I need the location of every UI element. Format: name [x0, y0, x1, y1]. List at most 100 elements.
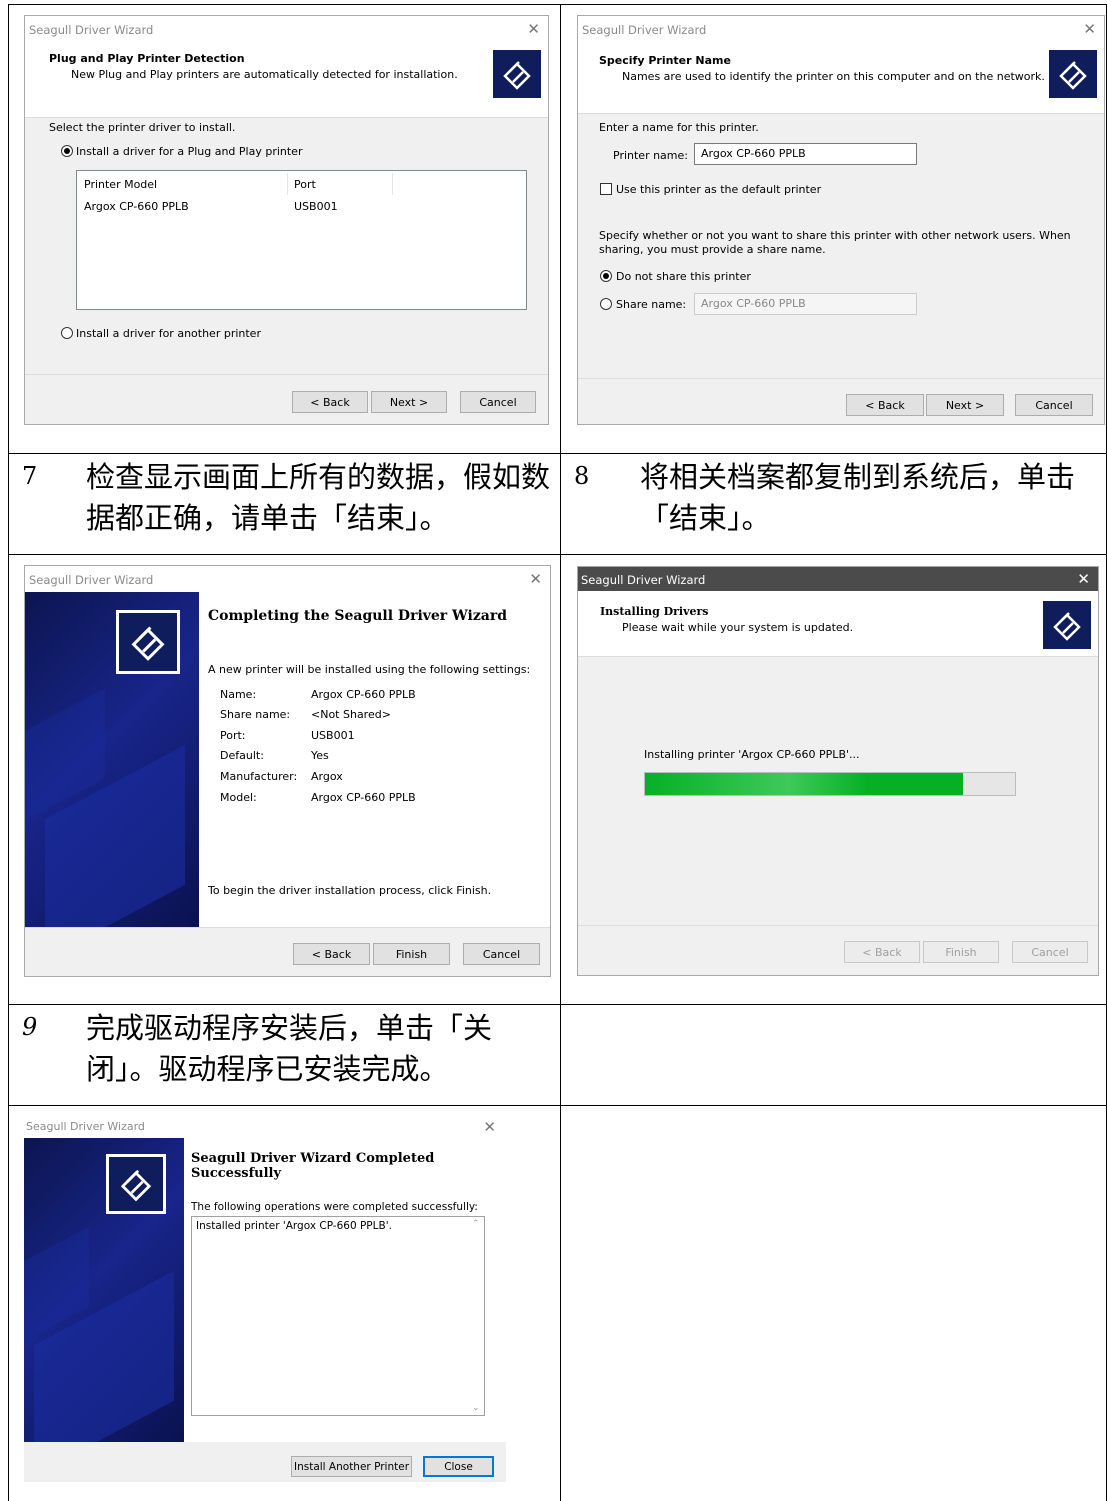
- printer-logo-icon: [106, 1154, 166, 1214]
- header-title: Plug and Play Printer Detection: [49, 52, 245, 65]
- log-scrollbar[interactable]: ⌃ ⌄: [468, 1217, 484, 1415]
- pnp-driver-radio[interactable]: [61, 145, 73, 157]
- setting-key: Name:: [220, 688, 257, 701]
- setting-key: Share name:: [220, 708, 291, 721]
- operations-intro: The following operations were completed …: [191, 1201, 478, 1213]
- plug-and-play-dialog: Seagull Driver Wizard ✕ Plug and Play Pr…: [24, 15, 549, 425]
- setting-key: Port:: [220, 729, 246, 742]
- no-share-label[interactable]: Do not share this printer: [616, 270, 751, 283]
- close-icon[interactable]: ✕: [529, 570, 542, 588]
- specify-name-dialog: Seagull Driver Wizard ✕ Specify Printer …: [577, 15, 1105, 425]
- window-title: Seagull Driver Wizard: [582, 23, 707, 37]
- no-share-radio[interactable]: [600, 270, 612, 282]
- setting-value: USB001: [311, 729, 355, 742]
- install-another-printer-button[interactable]: Install Another Printer: [291, 1456, 412, 1477]
- select-driver-prompt: Select the printer driver to install.: [49, 121, 236, 134]
- installing-drivers-dialog: Seagull Driver Wizard ✕ Installing Drive…: [577, 566, 1099, 976]
- step-8-text: 将相关档案都复制到系统后，单击「结束」。: [640, 460, 1076, 535]
- printer-name-input[interactable]: Argox CP-660 PPLB: [694, 143, 917, 165]
- close-icon[interactable]: ✕: [527, 20, 540, 38]
- step-9-number: 9: [22, 1013, 38, 1041]
- operations-log[interactable]: Installed printer 'Argox CP-660 PPLB'. ⌃…: [191, 1216, 485, 1416]
- share-explanation: Specify whether or not you want to share…: [599, 229, 1071, 256]
- back-button[interactable]: < Back: [292, 391, 368, 413]
- next-button[interactable]: Next >: [371, 391, 447, 413]
- back-button[interactable]: < Back: [293, 943, 370, 965]
- setting-key: Default:: [220, 749, 264, 762]
- next-button[interactable]: Next >: [926, 394, 1004, 416]
- default-printer-label[interactable]: Use this printer as the default printer: [616, 183, 821, 196]
- wizard-side-banner: [24, 1138, 184, 1442]
- scroll-up-icon[interactable]: ⌃: [472, 1219, 480, 1229]
- header-subtitle: New Plug and Play printers are automatic…: [71, 68, 458, 81]
- share-name-label[interactable]: Share name:: [616, 298, 686, 311]
- window-title: Seagull Driver Wizard: [29, 573, 154, 587]
- title-bar: Seagull Driver Wizard ✕: [25, 566, 550, 592]
- setting-value: Argox CP-660 PPLB: [311, 688, 416, 701]
- cancel-button[interactable]: Cancel: [463, 943, 540, 965]
- title-bar: Seagull Driver Wizard ✕: [578, 16, 1104, 42]
- title-bar: Seagull Driver Wizard ✕: [25, 16, 548, 42]
- header-subtitle: Names are used to identify the printer o…: [622, 70, 1045, 83]
- cancel-button[interactable]: Cancel: [460, 391, 536, 413]
- cancel-button[interactable]: Cancel: [1012, 941, 1088, 963]
- step-9-text: 完成驱动程序安装后，单击「关闭」。驱动程序已安装完成。: [86, 1011, 493, 1086]
- other-driver-label[interactable]: Install a driver for another printer: [76, 327, 261, 340]
- close-icon[interactable]: ✕: [1077, 570, 1090, 588]
- printer-logo-icon: [1041, 599, 1093, 651]
- setting-key: Manufacturer:: [220, 770, 298, 783]
- wizard-header: Specify Printer Name Names are used to i…: [578, 40, 1104, 114]
- step-7-number: 7: [22, 462, 38, 490]
- setting-value: <Not Shared>: [311, 708, 391, 721]
- wizard-side-banner: [25, 592, 199, 927]
- window-title: Seagull Driver Wizard: [26, 1120, 145, 1133]
- close-button[interactable]: Close: [423, 1456, 494, 1477]
- setting-value: Yes: [311, 749, 329, 762]
- close-icon[interactable]: ✕: [1083, 20, 1096, 38]
- column-header-port[interactable]: Port: [294, 178, 316, 191]
- install-status-text: Installing printer 'Argox CP-660 PPLB'..…: [644, 748, 860, 761]
- printer-logo-icon: [1047, 48, 1099, 100]
- pnp-driver-label[interactable]: Install a driver for a Plug and Play pri…: [76, 145, 302, 158]
- header-subtitle: Please wait while your system is updated…: [622, 621, 854, 634]
- window-title: Seagull Driver Wizard: [581, 573, 706, 587]
- log-entry: Installed printer 'Argox CP-660 PPLB'.: [196, 1220, 392, 1232]
- column-header-model[interactable]: Printer Model: [84, 178, 157, 191]
- finish-button[interactable]: Finish: [373, 943, 450, 965]
- finish-instruction: To begin the driver installation process…: [208, 884, 492, 897]
- cancel-button[interactable]: Cancel: [1015, 394, 1093, 416]
- printer-logo-icon: [116, 610, 180, 674]
- title-bar: Seagull Driver Wizard ✕: [24, 1114, 506, 1140]
- printer-logo-icon: [491, 48, 543, 100]
- scroll-down-icon[interactable]: ⌄: [472, 1403, 480, 1413]
- share-name-input[interactable]: Argox CP-660 PPLB: [694, 293, 917, 315]
- wizard-header: Installing Drivers Please wait while you…: [578, 591, 1098, 657]
- back-button[interactable]: < Back: [846, 394, 924, 416]
- completing-wizard-dialog: Seagull Driver Wizard ✕ Completing the S…: [24, 565, 551, 977]
- other-driver-radio[interactable]: [61, 327, 73, 339]
- header-title: Specify Printer Name: [599, 54, 731, 67]
- enter-name-prompt: Enter a name for this printer.: [599, 121, 759, 134]
- printer-list[interactable]: Printer Model Port Argox CP-660 PPLB USB…: [76, 170, 527, 310]
- header-title: Installing Drivers: [600, 605, 709, 618]
- title-bar: Seagull Driver Wizard ✕: [578, 567, 1098, 591]
- setting-value: Argox CP-660 PPLB: [311, 791, 416, 804]
- install-progress-bar: [644, 772, 1016, 796]
- printer-name-label: Printer name:: [613, 149, 688, 162]
- share-name-radio[interactable]: [600, 298, 612, 310]
- setting-key: Model:: [220, 791, 257, 804]
- setting-value: Argox: [311, 770, 343, 783]
- list-item-port[interactable]: USB001: [294, 200, 338, 213]
- close-icon[interactable]: ✕: [483, 1118, 496, 1136]
- default-printer-checkbox[interactable]: [600, 183, 612, 195]
- step-8-number: 8: [574, 462, 590, 490]
- back-button[interactable]: < Back: [844, 941, 920, 963]
- completing-heading: Completing the Seagull Driver Wizard: [208, 608, 508, 624]
- install-progress-fill: [645, 773, 964, 795]
- completed-heading: Seagull Driver Wizard Completed Successf…: [191, 1151, 435, 1181]
- settings-intro: A new printer will be installed using th…: [208, 663, 531, 676]
- step-7-text: 检查显示画面上所有的数据，假如数据都正确，请单击「结束」。: [86, 460, 551, 535]
- finish-button[interactable]: Finish: [923, 941, 999, 963]
- list-item-model[interactable]: Argox CP-660 PPLB: [84, 200, 189, 213]
- wizard-completed-dialog: Seagull Driver Wizard ✕ Seagull Driver W…: [24, 1114, 506, 1482]
